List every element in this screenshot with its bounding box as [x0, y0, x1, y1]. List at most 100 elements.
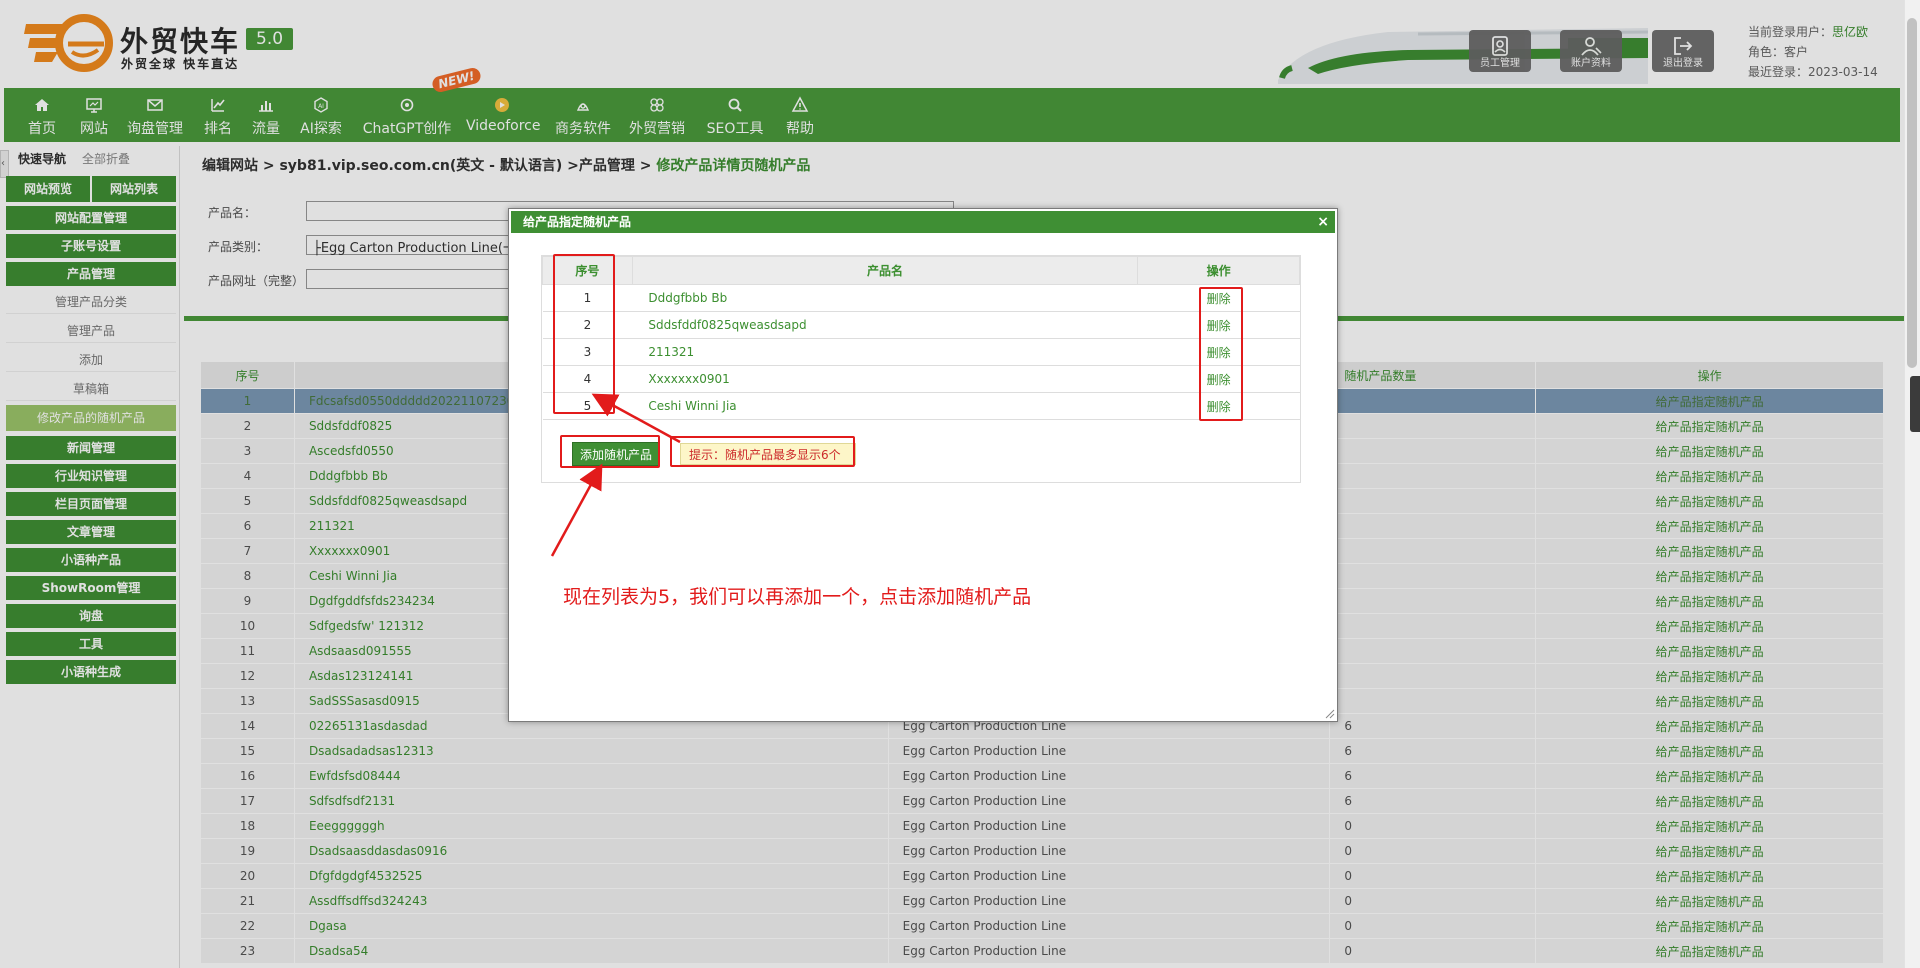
row-assign-random-link[interactable]: 给产品指定随机产品	[1535, 638, 1884, 664]
row-assign-random-link[interactable]: 给产品指定随机产品	[1535, 488, 1884, 514]
sidebar-item-minor-language-generate[interactable]: 小语种生成	[6, 660, 176, 684]
sidebar-item-product-category[interactable]: 管理产品分类	[6, 290, 176, 314]
sidebar-item-industry-knowledge[interactable]: 行业知识管理	[6, 464, 176, 488]
site-list-button[interactable]: 网站列表	[92, 176, 176, 202]
nav-help[interactable]: 帮助	[778, 88, 822, 142]
row-assign-random-link[interactable]: 给产品指定随机产品	[1535, 863, 1884, 889]
video-icon	[495, 98, 509, 112]
table-row: 20 Dfgfdgdgf4532525 Egg Carton Production …	[200, 863, 1884, 889]
chatgpt-icon	[400, 98, 414, 112]
row-assign-random-link[interactable]: 给产品指定随机产品	[1535, 888, 1884, 914]
row-assign-random-link[interactable]: 给产品指定随机产品	[1535, 788, 1884, 814]
sidebar-item-inquiry[interactable]: 询盘	[6, 604, 176, 628]
sidebar-item-showroom[interactable]: ShowRoom管理	[6, 576, 176, 600]
table-row: 19 Dsadsaasddasdas0916 Egg Carton Producti…	[200, 838, 1884, 864]
row-product-name[interactable]: Dfgfdgdgf4532525	[293, 863, 889, 889]
row-product-name[interactable]: Sdfsdfsdf2131	[293, 788, 889, 814]
nav-business-software[interactable]: 商务软件	[552, 88, 614, 142]
staff-management-button[interactable]: 员工管理	[1469, 30, 1531, 72]
row-index: 10	[200, 613, 295, 639]
sidebar-collapse-tab[interactable]: ‹	[0, 150, 9, 178]
account-info-label: 账户资料	[1571, 58, 1611, 69]
random-col-op-header: 操作	[1137, 256, 1300, 285]
row-assign-random-link[interactable]: 给产品指定随机产品	[1535, 763, 1884, 789]
sidebar-item-drafts[interactable]: 草稿箱	[6, 377, 176, 401]
staff-icon	[1492, 36, 1508, 56]
nav-marketing-label: 外贸营销	[629, 121, 685, 137]
row-assign-random-link[interactable]: 给产品指定随机产品	[1535, 663, 1884, 689]
brand-version-badge: 5.0	[246, 28, 294, 50]
row-assign-random-link[interactable]: 给产品指定随机产品	[1535, 513, 1884, 539]
row-index: 18	[200, 813, 295, 839]
row-product-name[interactable]: Eeeggggggh	[293, 813, 889, 839]
nav-home[interactable]: 首页	[20, 88, 64, 142]
sidebar-item-product-management[interactable]: 产品管理	[6, 262, 176, 286]
resize-grip-icon[interactable]	[1325, 709, 1335, 719]
role-value: 客户	[1784, 45, 1809, 59]
row-assign-random-link[interactable]: 给产品指定随机产品	[1535, 413, 1884, 439]
table-row: 23 Dsadsa54 Egg Carton Production Line 0 给产品…	[200, 938, 1884, 964]
row-assign-random-link[interactable]: 给产品指定随机产品	[1535, 538, 1884, 564]
row-product-name[interactable]: Dsadsadadsas12313	[293, 738, 889, 764]
nav-business-software-label: 商务软件	[555, 121, 611, 137]
page-scroll-thumb[interactable]	[1907, 18, 1917, 368]
sidebar-item-random-products[interactable]: 修改产品的随机产品	[6, 405, 176, 431]
collapse-all-link[interactable]: 全部折叠	[82, 150, 130, 167]
row-assign-random-link[interactable]: 给产品指定随机产品	[1535, 738, 1884, 764]
row-assign-random-link[interactable]: 给产品指定随机产品	[1535, 713, 1884, 739]
nav-videoforce[interactable]: Videoforce	[466, 88, 541, 142]
row-product-name[interactable]: Assdffsdffsd324243	[293, 888, 889, 914]
row-assign-random-link[interactable]: 给产品指定随机产品	[1535, 438, 1884, 464]
ranking-icon	[211, 99, 225, 112]
sidebar-item-tools[interactable]: 工具	[6, 632, 176, 656]
row-random-count	[1329, 638, 1537, 664]
nav-inquiry[interactable]: 询盘管理	[124, 88, 186, 142]
row-product-name[interactable]: Dgasa	[293, 913, 889, 939]
row-assign-random-link[interactable]: 给产品指定随机产品	[1535, 563, 1884, 589]
row-assign-random-link[interactable]: 给产品指定随机产品	[1535, 813, 1884, 839]
nav-seo-tools[interactable]: SEO工具	[704, 88, 766, 142]
row-product-name[interactable]: Ewfdsfsd08444	[293, 763, 889, 789]
sidebar-item-minor-language-products[interactable]: 小语种产品	[6, 548, 176, 572]
site-preview-button[interactable]: 网站预览	[6, 176, 90, 202]
annotation-text: 现在列表为5，我们可以再添加一个，点击添加随机产品	[563, 586, 1032, 608]
account-info-button[interactable]: 账户资料	[1560, 30, 1622, 72]
close-icon[interactable]: ×	[1317, 211, 1329, 233]
nav-website[interactable]: 网站	[72, 88, 116, 142]
sidebar-item-site-config[interactable]: 网站配置管理	[6, 206, 176, 230]
sidebar-item-articles[interactable]: 文章管理	[6, 520, 176, 544]
nav-chatgpt[interactable]: ChatGPT创作	[360, 88, 454, 142]
row-index: 6	[200, 513, 295, 539]
row-random-count: 0	[1329, 838, 1537, 864]
row-product-name[interactable]: Dsadsaasddasdas0916	[293, 838, 889, 864]
last-login-label: 最近登录：	[1748, 65, 1809, 79]
nav-videoforce-label: Videoforce	[466, 118, 541, 134]
row-assign-random-link[interactable]: 给产品指定随机产品	[1535, 463, 1884, 489]
nav-traffic[interactable]: 流量	[246, 88, 286, 142]
sidebar-item-manage-products[interactable]: 管理产品	[6, 319, 176, 343]
logout-button[interactable]: 退出登录	[1652, 30, 1714, 72]
row-assign-random-link[interactable]: 给产品指定随机产品	[1535, 838, 1884, 864]
table-row: 21 Assdffsdffsd324243 Egg Carton Productio…	[200, 888, 1884, 914]
row-assign-random-link[interactable]: 给产品指定随机产品	[1535, 613, 1884, 639]
sidebar-item-add[interactable]: 添加	[6, 348, 176, 372]
sidebar-item-subaccount[interactable]: 子账号设置	[6, 234, 176, 258]
side-widget-tab[interactable]	[1910, 376, 1920, 432]
breadcrumb-path[interactable]: 编辑网站 > syb81.vip.seo.com.cn(英文 - 默认语言) >…	[202, 158, 656, 174]
col-count-header: 随机产品数量	[1329, 361, 1537, 389]
row-assign-random-link[interactable]: 给产品指定随机产品	[1535, 938, 1884, 964]
nav-ranking[interactable]: 排名	[198, 88, 238, 142]
row-product-name[interactable]: Dsadsa54	[293, 938, 889, 964]
row-assign-random-link[interactable]: 给产品指定随机产品	[1535, 688, 1884, 714]
sidebar-item-column-pages[interactable]: 栏目页面管理	[6, 492, 176, 516]
nav-help-label: 帮助	[786, 121, 814, 137]
random-table-header-row: 序号 产品名 操作	[542, 256, 1300, 285]
nav-marketing[interactable]: 外贸营销	[626, 88, 688, 142]
nav-ai-explore[interactable]: AI AI探索	[298, 88, 344, 142]
row-assign-random-link[interactable]: 给产品指定随机产品	[1535, 913, 1884, 939]
row-category: Egg Carton Production Line	[887, 788, 1331, 814]
row-assign-random-link[interactable]: 给产品指定随机产品	[1535, 388, 1884, 414]
sidebar-item-news[interactable]: 新闻管理	[6, 436, 176, 460]
row-category: Egg Carton Production Line	[887, 888, 1331, 914]
row-assign-random-link[interactable]: 给产品指定随机产品	[1535, 588, 1884, 614]
